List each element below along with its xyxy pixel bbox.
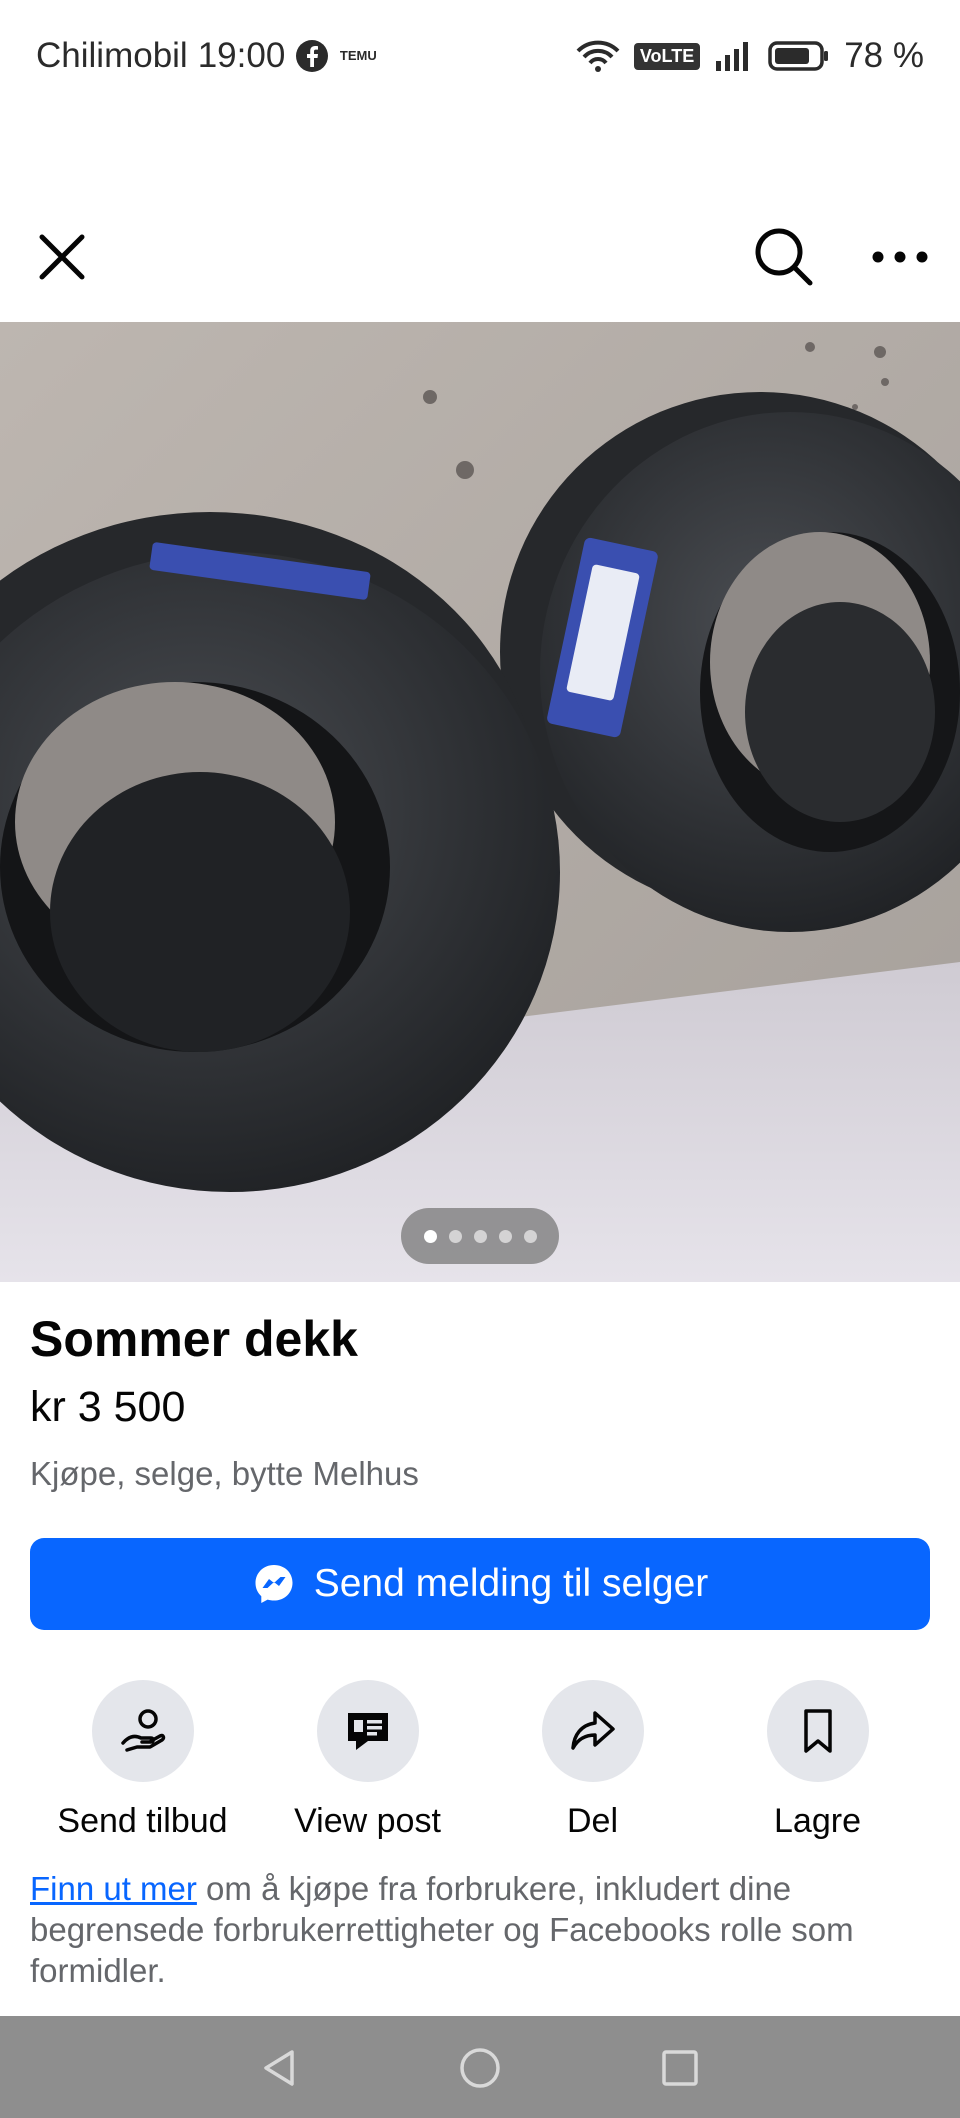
send-message-button[interactable]: Send melding til selger [30,1538,930,1630]
home-circle-icon [460,2048,500,2088]
post-icon [316,1680,419,1782]
battery-level: 78 % [844,36,924,75]
more-options-icon [872,251,928,263]
bookmark-icon [766,1680,869,1782]
pager-dot [473,1229,487,1243]
send-offer-button[interactable]: Send tilbud [30,1680,255,1841]
share-icon [541,1680,644,1782]
facebook-icon [295,39,329,73]
listing-title: Sommer dekk [30,1311,358,1367]
action-row: Send tilbud View post Del Lagre [0,1680,960,1840]
search-icon [755,228,813,286]
clock: 19:00 [197,36,286,75]
view-post-label: View post [294,1802,441,1840]
recents-square-icon [662,2050,698,2086]
pager-dot [448,1229,462,1243]
learn-more-link[interactable]: Finn ut mer [30,1870,197,1907]
messenger-icon [255,1565,293,1603]
wifi-icon [576,39,620,73]
more-options-button[interactable] [868,235,932,279]
back-triangle-icon [264,2050,294,2086]
pager-dot [498,1229,512,1243]
system-nav-bar [0,2016,960,2118]
offer-icon [91,1680,194,1782]
pager-dot-active [423,1229,437,1243]
recents-button[interactable] [658,2046,702,2090]
home-button[interactable] [458,2046,502,2090]
view-post-button[interactable]: View post [255,1680,480,1841]
battery-icon [768,40,830,72]
status-bar: Chilimobil 19:00 TEMU VoLTE 78 % [0,0,960,112]
save-label: Lagre [774,1802,861,1840]
listing-price: kr 3 500 [30,1383,186,1431]
consumer-info-text: Finn ut mer om å kjøpe fra forbrukere, i… [30,1868,940,1991]
top-bar [0,205,960,310]
share-label: Del [566,1802,619,1840]
pager-dot [523,1229,537,1243]
tires-photo [0,322,960,1282]
back-button[interactable] [258,2046,302,2090]
listing-group[interactable]: Kjøpe, selge, bytte Melhus [30,1455,419,1493]
carrier-name: Chilimobil [36,36,188,75]
send-offer-label: Send tilbud [57,1802,228,1840]
listing-photo[interactable] [0,322,960,1282]
send-message-label: Send melding til selger [313,1562,709,1605]
photo-pager[interactable] [401,1208,559,1264]
close-button[interactable] [32,227,92,287]
search-button[interactable] [752,225,816,289]
share-button[interactable]: Del [480,1680,705,1841]
save-button[interactable]: Lagre [705,1680,930,1841]
signal-icon [714,39,754,73]
close-icon [39,234,85,280]
temu-label: TEMU [339,48,377,63]
volte-icon: VoLTE [633,42,701,70]
temu-notification-icon: TEMU [339,48,377,63]
